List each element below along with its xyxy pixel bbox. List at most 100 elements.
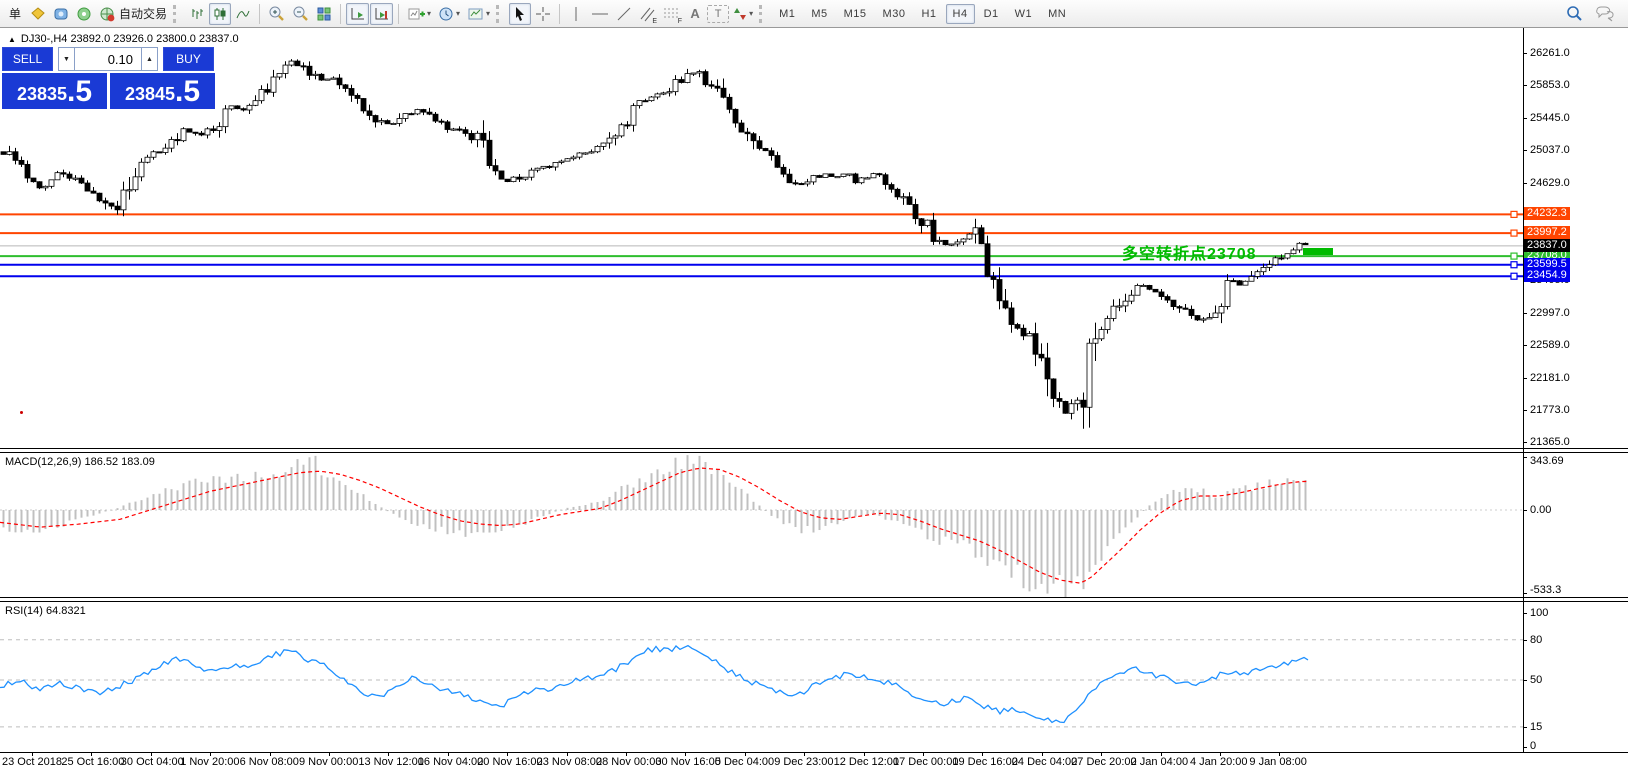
zoom-out-icon[interactable]	[289, 3, 312, 25]
price-axis-tick-label: 21365.0	[1530, 436, 1570, 448]
fibonacci-tool-icon[interactable]: F	[659, 3, 683, 25]
sell-price-main: 23835	[17, 81, 67, 107]
search-icon[interactable]	[1563, 3, 1586, 25]
pivot-annotation-text[interactable]: 多空转折点23708	[1122, 240, 1257, 264]
rsi-axis-tick-mark	[1523, 747, 1527, 748]
crosshair-tool-icon[interactable]	[532, 3, 554, 25]
price-axis-tick-mark	[1523, 85, 1527, 86]
buy-button[interactable]: BUY	[163, 47, 214, 71]
price-axis-tick-label: 22181.0	[1530, 372, 1570, 384]
new-order-button[interactable]: 单	[4, 3, 26, 25]
horizontal-line-tool-icon[interactable]	[588, 3, 612, 25]
timeframe-button-mn[interactable]: MN	[1041, 4, 1073, 24]
metaeditor-icon[interactable]	[27, 3, 49, 25]
rsi-indicator-pane[interactable]	[0, 602, 1523, 752]
autotrading-button[interactable]: 自动交易	[96, 3, 170, 25]
timeframe-button-m5[interactable]: M5	[804, 4, 834, 24]
volume-up-button[interactable]: ▲	[141, 47, 158, 71]
bar-chart-icon[interactable]	[186, 3, 208, 25]
macd-label: MACD(12,26,9) 186.52 183.09	[5, 456, 155, 468]
sell-price-button[interactable]: 23835.5	[2, 73, 107, 109]
sell-button[interactable]: SELL	[2, 47, 53, 71]
price-level-label[interactable]: 24232.3	[1524, 207, 1570, 220]
community-icon[interactable]	[50, 3, 72, 25]
time-axis-label: 6 Nov 08:00	[240, 756, 299, 768]
main-price-chart[interactable]	[0, 28, 1523, 448]
macd-indicator-pane[interactable]	[0, 453, 1523, 597]
periods-button[interactable]: ▾	[435, 3, 463, 25]
rsi-label: RSI(14) 64.8321	[5, 605, 86, 617]
time-axis-label: 27 Dec 20:00	[1071, 756, 1136, 768]
templates-button[interactable]: ▾	[464, 3, 493, 25]
cursor-tool-icon[interactable]	[509, 3, 531, 25]
chart-shift-icon[interactable]	[370, 3, 393, 25]
equidistant-channel-tool-icon[interactable]: E	[636, 3, 658, 25]
rsi-axis-tick-mark	[1523, 680, 1527, 681]
timeframe-button-m30[interactable]: M30	[876, 4, 913, 24]
trade-panel-top-row: SELL ▼ 0.10 ▲ BUY	[2, 47, 215, 71]
zoom-in-icon[interactable]	[265, 3, 288, 25]
price-axis-tick-label: 25445.0	[1530, 112, 1570, 124]
time-axis-label: 9 Nov 00:00	[299, 756, 358, 768]
price-level-label[interactable]: 23454.9	[1524, 269, 1570, 282]
price-level-label[interactable]: 23997.2	[1524, 226, 1570, 239]
toolbar-separator	[559, 4, 560, 24]
toolbar-grip	[496, 5, 504, 23]
time-axis-tick-mark	[567, 752, 568, 756]
time-axis-label: 16 Nov 04:00	[418, 756, 483, 768]
trendline-tool-icon[interactable]	[613, 3, 635, 25]
time-axis-label: 12 Dec 12:00	[834, 756, 899, 768]
timeframe-button-h4[interactable]: H4	[946, 4, 975, 24]
dropdown-arrow-icon: ▾	[456, 9, 460, 18]
volume-input[interactable]: 0.10	[75, 47, 141, 71]
buy-price-button[interactable]: 23845.5	[110, 73, 215, 109]
text-label-tool-icon[interactable]: T	[707, 5, 729, 23]
time-axis-tick-mark	[507, 752, 508, 756]
time-axis-tick-mark	[388, 752, 389, 756]
toolbar: 单 自动交易	[0, 0, 1628, 28]
volume-down-button[interactable]: ▼	[58, 47, 75, 71]
time-axis-label: 4 Jan 20:00	[1190, 756, 1248, 768]
rsi-axis-tick-mark	[1523, 640, 1527, 641]
pivot-annotation-marker[interactable]	[1303, 248, 1333, 255]
timeframe-button-d1[interactable]: D1	[977, 4, 1006, 24]
time-axis-tick-mark	[151, 752, 152, 756]
price-axis-tick-label: 24629.0	[1530, 177, 1570, 189]
macd-axis-label: 0.00	[1530, 504, 1551, 516]
text-tool-icon[interactable]: A	[684, 3, 706, 25]
time-axis-label: 2 Jan 04:00	[1131, 756, 1189, 768]
channel-letter: E	[652, 18, 657, 25]
symbol-ohlc-text: DJ30-,H4 23892.0 23926.0 23800.0 23837.0	[21, 33, 239, 45]
time-axis-label: 19 Dec 16:00	[952, 756, 1017, 768]
news-icon[interactable]	[73, 3, 95, 25]
time-axis-tick-mark	[804, 752, 805, 756]
timeframe-button-h1[interactable]: H1	[914, 4, 943, 24]
toolbar-separator	[340, 4, 341, 24]
timeframe-button-w1[interactable]: W1	[1008, 4, 1040, 24]
current-price-label: 23837.0	[1524, 239, 1570, 252]
time-axis-tick-mark	[923, 752, 924, 756]
price-axis-tick-mark	[1523, 150, 1527, 151]
tile-windows-icon[interactable]	[313, 3, 335, 25]
timeframe-button-m1[interactable]: M1	[772, 4, 802, 24]
fibo-letter: F	[678, 18, 682, 25]
chat-icon[interactable]	[1592, 3, 1618, 25]
indicators-button[interactable]: ▾	[404, 3, 434, 25]
toolbar-grip	[173, 5, 181, 23]
time-axis-tick-mark	[982, 752, 983, 756]
auto-scroll-icon[interactable]	[346, 3, 369, 25]
buy-price-frac: .5	[175, 77, 200, 107]
toolbar-separator	[398, 4, 399, 24]
time-axis-label: 5 Dec 04:00	[715, 756, 774, 768]
timeframe-button-m15[interactable]: M15	[837, 4, 874, 24]
line-chart-icon[interactable]	[232, 3, 254, 25]
macd-axis-tick-mark	[1523, 593, 1527, 594]
time-axis-label: 17 Dec 00:00	[893, 756, 958, 768]
one-click-trading-panel: SELL ▼ 0.10 ▲ BUY 23835.5 23845.5	[2, 47, 215, 109]
collapse-triangle-icon[interactable]: ▲	[8, 35, 16, 44]
arrows-tool-button[interactable]: ▾	[730, 3, 756, 25]
rsi-axis-label: 100	[1530, 607, 1548, 619]
price-axis-tick-label: 25853.0	[1530, 79, 1570, 91]
vertical-line-tool-icon[interactable]	[565, 3, 587, 25]
candlestick-chart-icon[interactable]	[209, 3, 231, 25]
